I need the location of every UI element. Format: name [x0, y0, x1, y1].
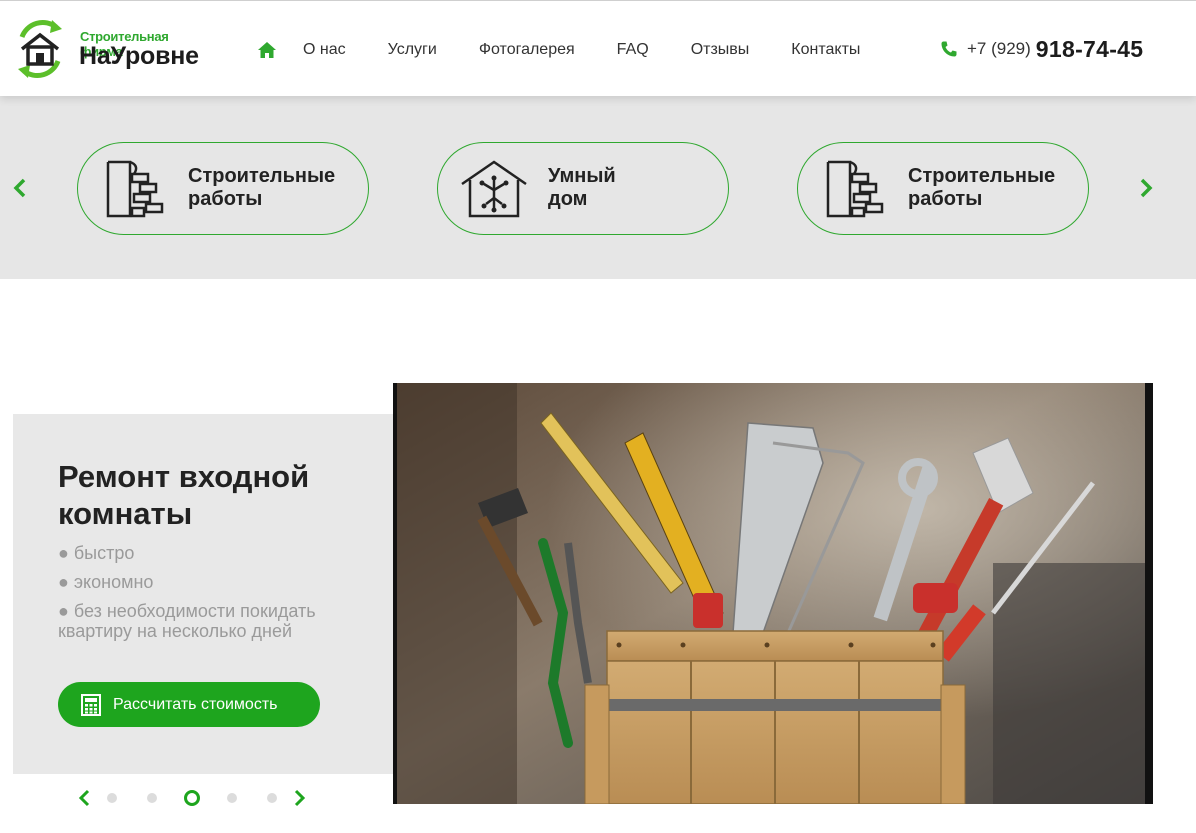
nav-item-gallery[interactable]: Фотогалерея [479, 41, 575, 59]
slider-dot-1[interactable] [107, 793, 117, 803]
calculator-icon [81, 693, 101, 716]
hero-title-line2: комнаты [58, 496, 193, 531]
phone-link[interactable]: +7 (929) 918-74-45 [940, 33, 1143, 65]
phone-icon [941, 41, 957, 57]
nav-item-about[interactable]: О нас [303, 41, 346, 59]
slider-dot-4[interactable] [227, 793, 237, 803]
main-nav: О нас Услуги Фотогалерея FAQ Отзывы Конт… [257, 37, 860, 63]
service-card-construction-2[interactable]: Строительные работы [797, 142, 1089, 235]
hero-text-panel: Ремонт входной комнаты ● быстро ● эконом… [13, 414, 395, 774]
list-item: ● экономно [58, 572, 154, 592]
site-header: Строительная фирма НаУровне О нас Услуги… [0, 0, 1196, 96]
hero-benefits-list: ● быстро ● экономно ● без необходимости … [58, 543, 368, 650]
calculate-cost-label: Рассчитать стоимость [113, 695, 278, 713]
slider-next-icon[interactable] [292, 789, 306, 807]
logo-name: НаУровне [79, 42, 199, 70]
nav-item-services[interactable]: Услуги [388, 41, 437, 59]
phone-prefix: +7 (929) [967, 39, 1031, 58]
brick-wall-icon [826, 160, 884, 218]
logo-house-icon [18, 20, 62, 78]
nav-item-faq[interactable]: FAQ [617, 41, 649, 59]
hero-slider-pagination [78, 786, 306, 810]
hero-title: Ремонт входной комнаты [58, 458, 358, 532]
nav-item-reviews[interactable]: Отзывы [691, 41, 750, 59]
service-title-line2: работы [908, 188, 983, 210]
services-prev-icon[interactable] [12, 177, 28, 199]
brick-wall-icon [106, 160, 164, 218]
nav-item-contacts[interactable]: Контакты [791, 41, 860, 59]
service-title-line1: Строительные [908, 165, 1056, 187]
smart-home-icon [461, 160, 527, 218]
logo[interactable]: Строительная фирма НаУровне [12, 15, 212, 83]
slider-dot-2[interactable] [147, 793, 157, 803]
list-item: ● без необходимости покидать квартиру на… [58, 601, 316, 641]
phone-number: 918-74-45 [1035, 35, 1144, 62]
services-next-icon[interactable] [1138, 177, 1154, 199]
toolbox-illustration [397, 383, 1153, 804]
hero-title-line1: Ремонт входной [58, 459, 310, 494]
services-carousel: Строительные работы Умный дом Строительн… [0, 96, 1196, 279]
slider-dot-3-active[interactable] [184, 790, 200, 806]
home-icon[interactable] [257, 40, 277, 60]
hero-image [393, 383, 1153, 804]
service-card-smart-home[interactable]: Умный дом [437, 142, 729, 235]
slider-dot-5[interactable] [267, 793, 277, 803]
service-title-line1: Умный [548, 165, 616, 187]
service-title-line1: Строительные [188, 165, 336, 187]
service-title-line2: дом [548, 188, 588, 210]
service-card-construction[interactable]: Строительные работы [77, 142, 369, 235]
service-title-line2: работы [188, 188, 263, 210]
calculate-cost-button[interactable]: Рассчитать стоимость [58, 682, 320, 727]
list-item: ● быстро [58, 543, 135, 563]
slider-prev-icon[interactable] [78, 789, 92, 807]
